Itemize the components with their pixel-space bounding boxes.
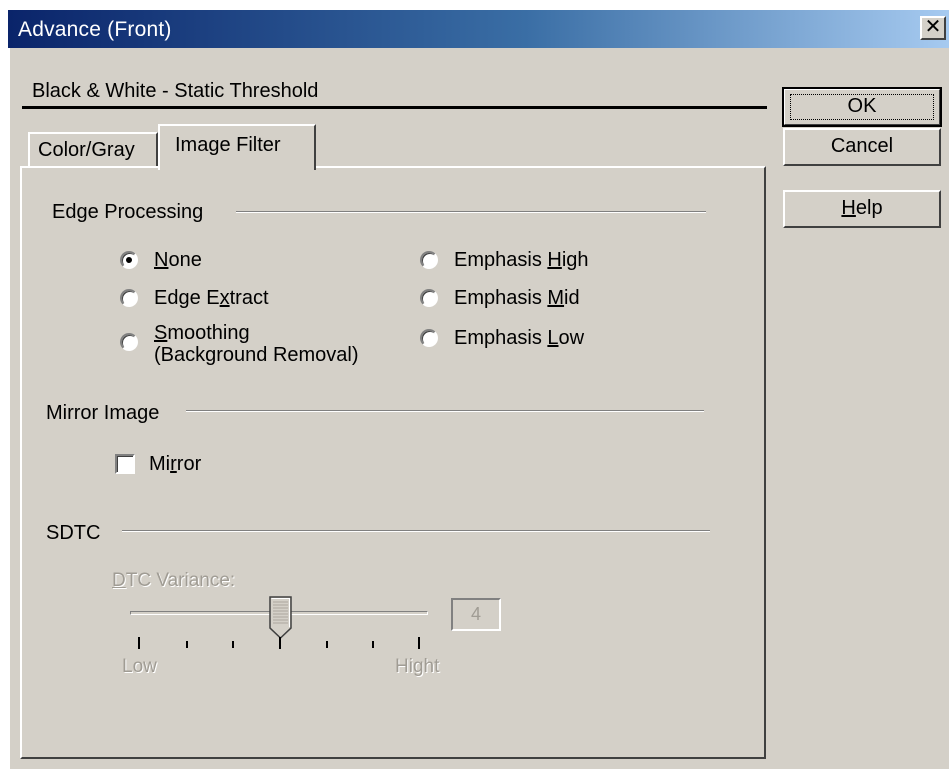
help-label: Help [841, 197, 883, 219]
low-label: Low [122, 656, 157, 677]
edge-processing-title: Edge Processing [52, 201, 204, 223]
mirror-image-title: Mirror Image [46, 402, 160, 424]
window-title: Advance (Front) [18, 18, 172, 41]
sdtc-line [122, 530, 710, 532]
radio-icon [120, 289, 138, 307]
close-icon[interactable]: ✕ [920, 16, 946, 40]
help-button[interactable]: Help [783, 190, 941, 228]
radio-selected-icon [120, 251, 138, 269]
radio-none-label: None [154, 249, 202, 271]
slider-tick [326, 641, 328, 648]
radio-smoothing-label: Smoothing (Background Removal) [154, 322, 359, 366]
slider-tick [418, 637, 420, 649]
radio-emphasis-low-label: Emphasis Low [454, 327, 585, 349]
sdtc-title: SDTC [46, 522, 101, 544]
cancel-button[interactable]: Cancel [783, 128, 941, 166]
mode-label: Black & White - Static Threshold [32, 80, 319, 102]
radio-icon [420, 251, 438, 269]
radio-icon [420, 289, 438, 307]
mirror-label: Mirror [149, 453, 202, 475]
mode-divider [22, 106, 767, 109]
checkbox-icon [115, 454, 135, 474]
tab-join [160, 164, 312, 169]
title-bar: Advance (Front) [8, 10, 949, 48]
slider-tick [186, 641, 188, 648]
ok-label: OK [847, 95, 877, 117]
slider-tick [232, 641, 234, 648]
cancel-label: Cancel [830, 135, 894, 157]
edge-processing-line [236, 211, 706, 213]
slider-tick [279, 637, 281, 649]
radio-emphasis-mid-label: Emphasis Mid [454, 287, 580, 309]
radio-edge-extract-label: Edge Extract [154, 287, 269, 309]
radio-icon [120, 333, 138, 351]
radio-emphasis-high-label: Emphasis High [454, 249, 589, 271]
dtc-variance-label: DTC Variance: [112, 570, 236, 591]
tab-color-gray[interactable]: Color/Gray [28, 132, 158, 168]
ok-button[interactable]: OK [782, 87, 942, 127]
slider-tick [372, 641, 374, 648]
slider-tick [138, 637, 140, 649]
slider-thumb-icon[interactable] [269, 596, 293, 640]
high-label: Hight [395, 656, 440, 677]
radio-icon [420, 329, 438, 347]
dtc-variance-value: 4 [451, 598, 501, 631]
mirror-image-line [186, 410, 704, 412]
